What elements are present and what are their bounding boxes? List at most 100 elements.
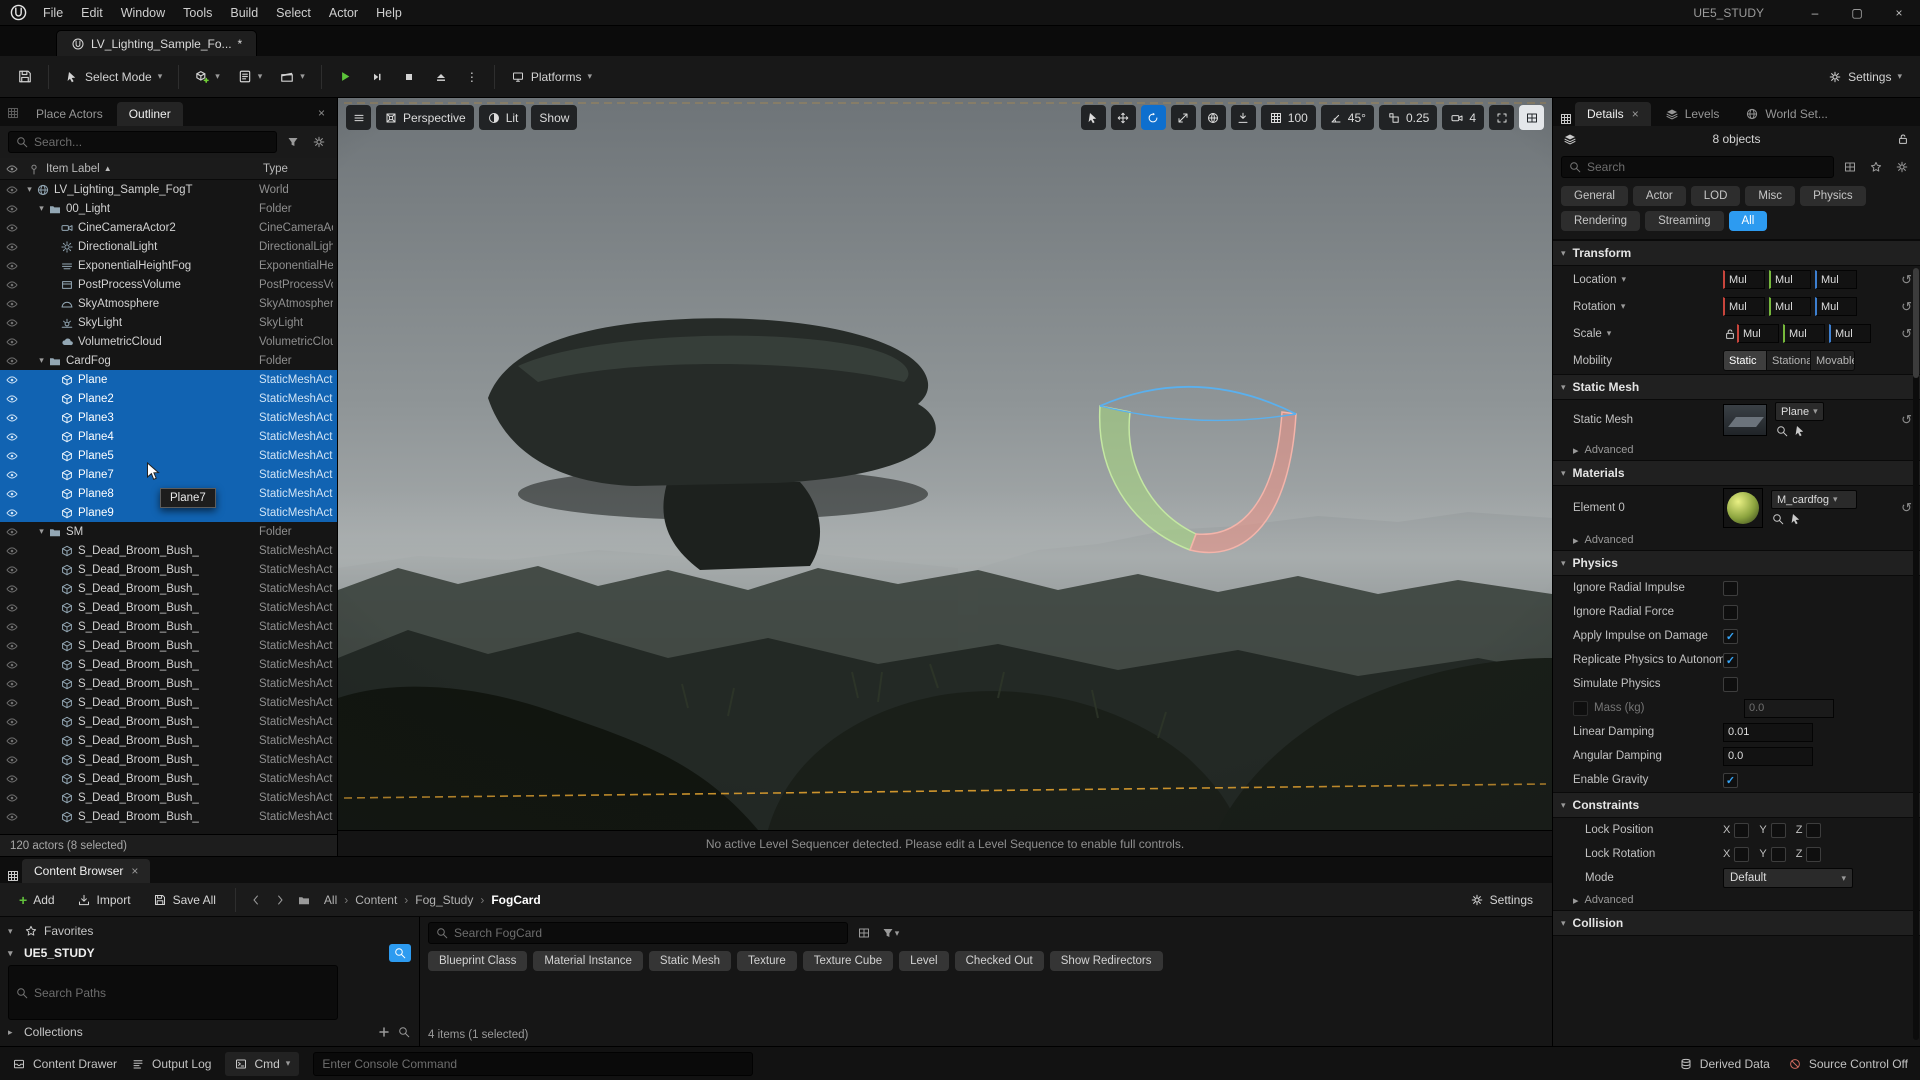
location-dropdown[interactable]: Location▾ — [1573, 274, 1723, 286]
mode-dropdown[interactable]: Default▾ — [1723, 868, 1853, 888]
asset-filter-button[interactable]: ▾ — [880, 923, 900, 943]
column-item-label[interactable]: Item Label▲ — [44, 163, 263, 175]
outliner-search-input[interactable] — [34, 135, 270, 149]
tab-details[interactable]: Details× — [1575, 102, 1651, 126]
outliner-row[interactable]: DirectionalLightDirectionalLight — [0, 237, 337, 256]
asset-search[interactable] — [428, 922, 848, 944]
static-mesh-advanced[interactable]: ▸Advanced — [1553, 440, 1920, 460]
expander-caret-icon[interactable]: ▾ — [24, 184, 35, 195]
outliner-row[interactable]: PlaneStaticMeshActor — [0, 370, 337, 389]
collections-row[interactable]: ▸Collections — [8, 1022, 411, 1042]
checkbox[interactable]: ✓ — [1723, 677, 1738, 692]
frame-skip-button[interactable] — [362, 62, 392, 92]
visibility-eye-icon[interactable] — [0, 791, 24, 805]
filter-misc[interactable]: Misc — [1745, 186, 1795, 206]
path-search-toggle[interactable] — [389, 944, 411, 962]
menu-actor[interactable]: Actor — [320, 0, 367, 25]
chip-checked-out[interactable]: Checked Out — [955, 951, 1044, 971]
choose-path-button[interactable] — [294, 890, 314, 910]
outliner-row[interactable]: S_Dead_Broom_Bush_StaticMeshActor — [0, 617, 337, 636]
visibility-eye-icon[interactable] — [0, 696, 24, 710]
chip-static-mesh[interactable]: Static Mesh — [649, 951, 731, 971]
chip-texture[interactable]: Texture — [737, 951, 797, 971]
grid-snap-control[interactable]: 100 — [1261, 105, 1316, 130]
location-x-value[interactable]: Mul — [1723, 270, 1765, 289]
cinematics-button[interactable]: ▾ — [272, 62, 313, 92]
viewport-layout-button[interactable] — [1519, 105, 1544, 130]
add-content-button[interactable]: ▾ — [187, 62, 228, 92]
materials-advanced[interactable]: ▸Advanced — [1553, 530, 1920, 550]
reset-to-default-icon[interactable]: ↺ — [1901, 299, 1912, 315]
visibility-eye-icon[interactable] — [0, 544, 24, 558]
breadcrumb-fogcard[interactable]: FogCard — [491, 893, 540, 907]
filter-rendering[interactable]: Rendering — [1561, 211, 1640, 231]
visibility-eye-icon[interactable] — [0, 620, 24, 634]
details-search-input[interactable] — [1587, 160, 1827, 174]
section-header-materials[interactable]: ▾Materials — [1553, 460, 1920, 486]
visibility-eye-icon[interactable] — [0, 753, 24, 767]
world-local-toggle[interactable] — [1201, 105, 1226, 130]
visibility-eye-icon[interactable] — [0, 183, 24, 197]
visibility-eye-icon[interactable] — [0, 506, 24, 520]
maximize-button[interactable]: ▢ — [1836, 0, 1878, 25]
physics-value-input[interactable]: 0.0 — [1744, 699, 1834, 718]
physics-value-input[interactable]: 0.0 — [1723, 747, 1813, 766]
visibility-eye-icon[interactable] — [0, 240, 24, 254]
visibility-eye-icon[interactable] — [0, 297, 24, 311]
section-header-physics[interactable]: ▾Physics — [1553, 550, 1920, 576]
filter-streaming[interactable]: Streaming — [1645, 211, 1723, 231]
outliner-row[interactable]: S_Dead_Broom_Bush_StaticMeshActor — [0, 731, 337, 750]
rotation-z-value[interactable]: Mul — [1815, 297, 1857, 316]
outliner-filter-button[interactable] — [283, 132, 303, 152]
visibility-eye-icon[interactable] — [0, 335, 24, 349]
use-selected-asset-icon[interactable] — [1793, 424, 1807, 438]
outliner-row[interactable]: S_Dead_Broom_Bush_StaticMeshActor — [0, 674, 337, 693]
scale-x-value[interactable]: Mul — [1737, 324, 1779, 343]
content-drawer-button[interactable]: Content Drawer — [12, 1057, 117, 1071]
viewport-options-button[interactable] — [346, 105, 371, 130]
outliner-row[interactable]: ▾SMFolder — [0, 522, 337, 541]
visibility-eye-icon[interactable] — [0, 259, 24, 273]
outliner-row[interactable]: S_Dead_Broom_Bush_StaticMeshActor — [0, 541, 337, 560]
output-log-button[interactable]: Output Log — [131, 1057, 211, 1071]
select-tool[interactable] — [1081, 105, 1106, 130]
checkbox[interactable]: ✓ — [1771, 847, 1786, 862]
checkbox[interactable]: ✓ — [1734, 823, 1749, 838]
outliner-row[interactable]: ▾LV_Lighting_Sample_FogTWorld — [0, 180, 337, 199]
visibility-eye-icon[interactable] — [0, 430, 24, 444]
move-tool[interactable] — [1111, 105, 1136, 130]
history-forward-button[interactable] — [270, 890, 290, 910]
perspective-dropdown[interactable]: Perspective — [376, 105, 474, 130]
chip-material-instance[interactable]: Material Instance — [533, 951, 643, 971]
outliner-row[interactable]: S_Dead_Broom_Bush_StaticMeshActor — [0, 750, 337, 769]
static-mesh-dropdown[interactable]: Plane▾ — [1775, 402, 1824, 421]
stop-button[interactable] — [394, 62, 424, 92]
outliner-row[interactable]: Plane3StaticMeshActor — [0, 408, 337, 427]
show-dropdown[interactable]: Show — [531, 105, 577, 130]
menu-tools[interactable]: Tools — [174, 0, 221, 25]
tab-content-browser[interactable]: Content Browser× — [22, 859, 150, 883]
close-icon[interactable]: × — [1632, 107, 1639, 121]
viewport-scene[interactable]: Perspective Lit Show 100 45° — [338, 98, 1552, 830]
close-button[interactable]: × — [1878, 0, 1920, 25]
visibility-eye-icon[interactable] — [0, 202, 24, 216]
tab-levels[interactable]: Levels — [1653, 102, 1732, 126]
source-control-button[interactable]: Source Control Off — [1788, 1057, 1908, 1071]
camera-speed-control[interactable]: 4 — [1442, 105, 1484, 130]
history-back-button[interactable] — [246, 890, 266, 910]
chip-level[interactable]: Level — [899, 951, 949, 971]
static-mesh-thumbnail[interactable] — [1723, 404, 1767, 436]
eject-button[interactable] — [426, 62, 456, 92]
physics-value-input[interactable]: 0.01 — [1723, 723, 1813, 742]
chip-show-redirectors[interactable]: Show Redirectors — [1050, 951, 1163, 971]
checkbox[interactable]: ✓ — [1723, 773, 1738, 788]
outliner-search[interactable] — [8, 131, 277, 153]
checkbox[interactable]: ✓ — [1723, 653, 1738, 668]
surface-snap-toggle[interactable] — [1231, 105, 1256, 130]
outliner-row[interactable]: VolumetricCloudVolumetricCloud — [0, 332, 337, 351]
expander-caret-icon[interactable]: ▾ — [36, 355, 47, 366]
select-mode-dropdown[interactable]: Select Mode ▾ — [57, 62, 170, 92]
visibility-eye-icon[interactable] — [0, 639, 24, 653]
visibility-eye-icon[interactable] — [0, 658, 24, 672]
play-button[interactable] — [330, 62, 360, 92]
